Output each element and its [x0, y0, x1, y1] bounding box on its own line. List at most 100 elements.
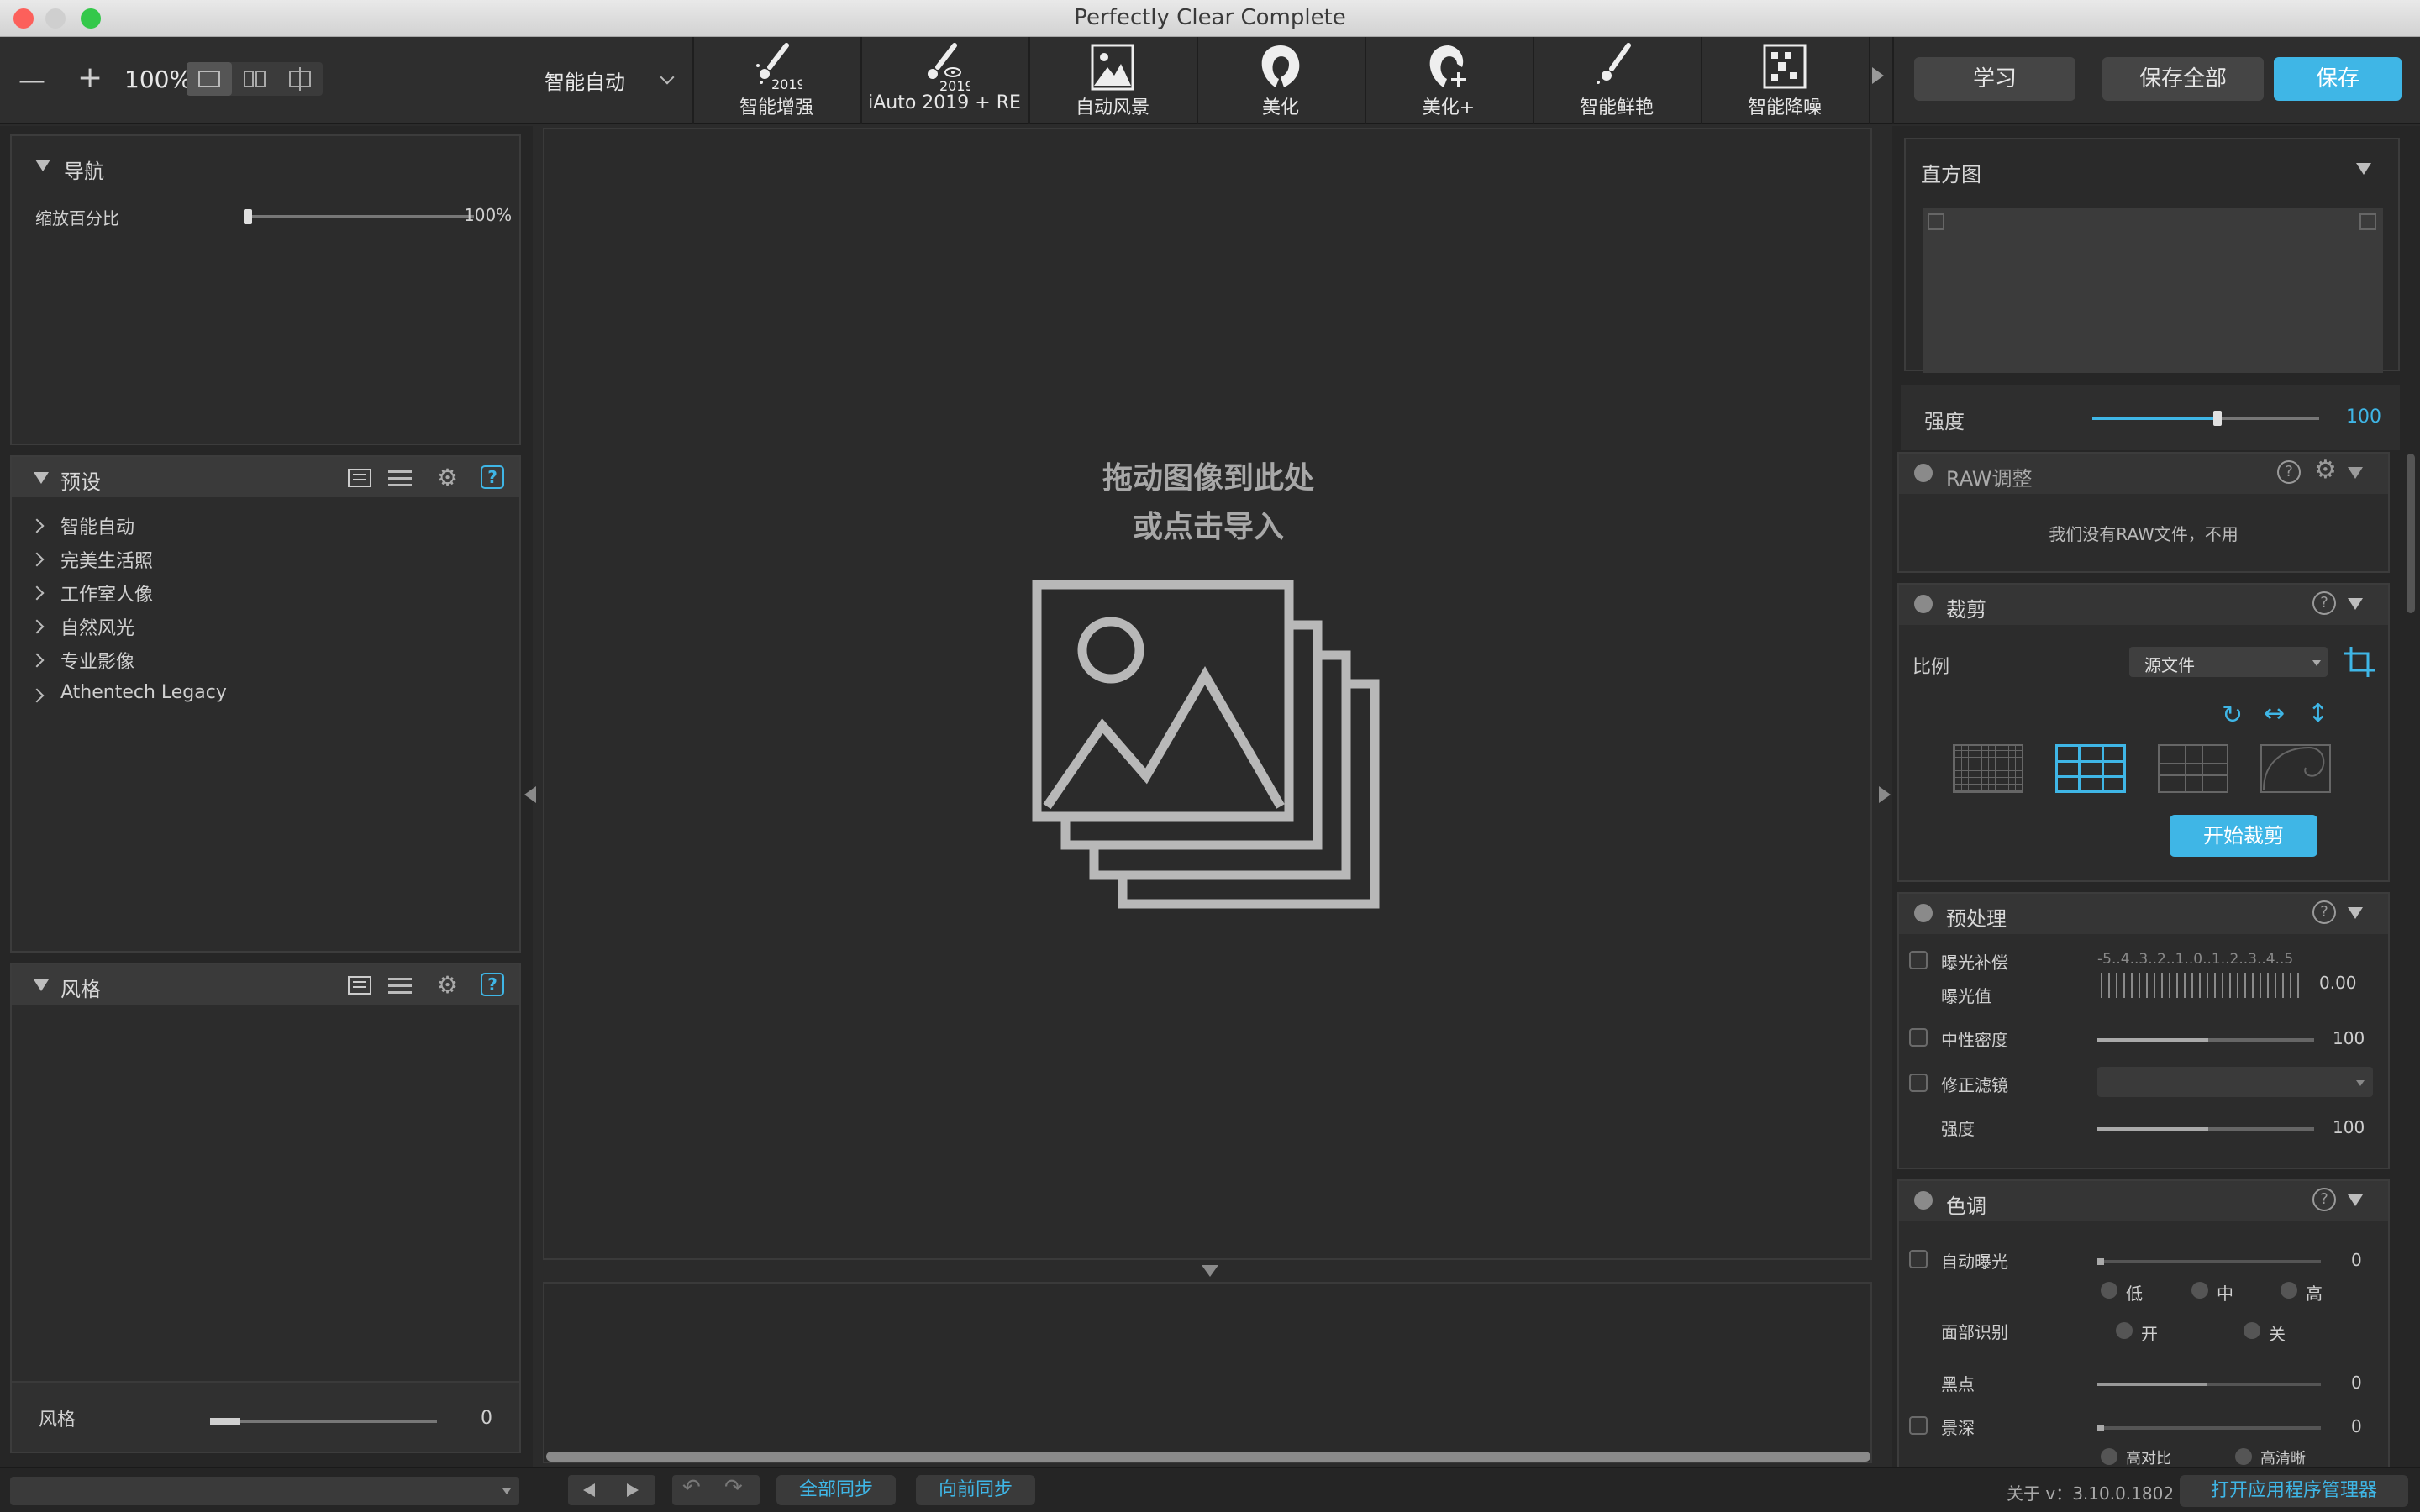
nd-checkbox[interactable]	[1909, 1028, 1928, 1047]
start-crop-button[interactable]: 开始裁剪	[2170, 815, 2317, 857]
redo-icon[interactable]: ↷	[724, 1475, 743, 1500]
preset-select[interactable]: 智能自动	[544, 66, 625, 95]
preset-item[interactable]: 工作室人像	[60, 580, 153, 606]
enable-toggle[interactable]	[1914, 904, 1933, 922]
filmstrip-toggle-icon[interactable]	[1202, 1265, 1218, 1277]
filter-strength-slider[interactable]	[2097, 1127, 2314, 1131]
help-icon[interactable]: ?	[2312, 900, 2336, 924]
zoom-out-button[interactable]: —	[18, 64, 45, 96]
right-scrollbar[interactable]	[2407, 454, 2415, 613]
chevron-right-icon[interactable]	[29, 518, 45, 533]
filmstrip-scrollbar[interactable]	[546, 1452, 1870, 1462]
zoom-slider-track[interactable]	[244, 215, 474, 218]
radio-high-clarity[interactable]	[2235, 1448, 2252, 1465]
collapse-triangle-icon[interactable]	[2348, 1194, 2363, 1206]
chevron-right-icon[interactable]	[29, 688, 45, 703]
single-view-button[interactable]	[187, 62, 232, 96]
help-icon[interactable]: ?	[481, 465, 504, 489]
black-point-slider[interactable]	[2097, 1383, 2321, 1386]
style-slider-track[interactable]	[210, 1420, 437, 1423]
chevron-right-icon[interactable]	[29, 552, 45, 567]
exposure-dial[interactable]	[2101, 973, 2299, 998]
collapse-triangle-icon[interactable]	[34, 472, 49, 484]
chevron-down-icon[interactable]	[660, 70, 675, 85]
depth-slider[interactable]	[2097, 1425, 2321, 1431]
enable-toggle[interactable]	[1914, 595, 1933, 613]
next-image-icon[interactable]	[627, 1483, 639, 1497]
filter-checkbox[interactable]	[1909, 1074, 1928, 1092]
chevron-right-icon[interactable]	[29, 585, 45, 601]
split-view-button[interactable]	[232, 62, 277, 96]
list-view-icon[interactable]	[388, 469, 412, 487]
radio-high[interactable]	[2281, 1282, 2297, 1299]
tool-auto-landscape[interactable]: 自动风景	[1030, 37, 1195, 124]
rotate-icon[interactable]: ↻	[2222, 701, 2243, 730]
collapse-triangle-icon[interactable]	[2356, 163, 2371, 175]
fine-grid-overlay-option[interactable]	[1953, 744, 2023, 793]
help-icon[interactable]: ?	[2312, 591, 2336, 615]
open-app-manager-button[interactable]: 打开应用程序管理器	[2180, 1475, 2408, 1507]
strength-slider-track[interactable]	[2092, 417, 2319, 420]
save-button[interactable]: 保存	[2274, 57, 2402, 101]
spiral-overlay-option[interactable]	[2260, 744, 2331, 793]
compare-view-button[interactable]	[277, 62, 323, 96]
sync-forward-button[interactable]: 向前同步	[916, 1475, 1035, 1505]
grid-view-icon[interactable]	[348, 469, 371, 487]
preset-item[interactable]: 智能自动	[60, 512, 134, 539]
grid-view-icon[interactable]	[348, 976, 371, 995]
shadow-clip-toggle[interactable]	[1928, 213, 1944, 230]
toolbar-scroll-right-icon[interactable]	[1872, 67, 1884, 84]
enable-toggle[interactable]	[1914, 1191, 1933, 1210]
golden-grid-overlay-option[interactable]	[2158, 744, 2228, 793]
undo-icon[interactable]: ↶	[682, 1475, 701, 1500]
radio-face-on[interactable]	[2116, 1322, 2133, 1339]
learn-button[interactable]: 学习	[1914, 57, 2075, 101]
enable-toggle[interactable]	[1914, 464, 1933, 482]
chevron-right-icon[interactable]	[29, 619, 45, 634]
chevron-right-icon[interactable]	[29, 653, 45, 668]
save-all-button[interactable]: 保存全部	[2102, 57, 2264, 101]
tool-beautify[interactable]: 美化	[1198, 37, 1363, 124]
help-icon[interactable]: ?	[481, 973, 504, 996]
help-icon[interactable]: ?	[2277, 460, 2301, 484]
collapse-triangle-icon[interactable]	[2348, 907, 2363, 919]
crop-icon[interactable]	[2343, 645, 2376, 679]
preset-item[interactable]: Athentech Legacy	[60, 682, 227, 703]
ratio-select[interactable]: 源文件	[2129, 647, 2328, 677]
tool-smart-denoise[interactable]: 智能降噪	[1702, 37, 1867, 124]
radio-low[interactable]	[2101, 1282, 2118, 1299]
radio-high-contrast[interactable]	[2101, 1448, 2118, 1465]
filter-select[interactable]	[2097, 1067, 2373, 1097]
gear-icon[interactable]: ⚙	[437, 464, 458, 491]
zoom-in-button[interactable]: +	[77, 60, 103, 95]
radio-face-off[interactable]	[2244, 1322, 2260, 1339]
style-slider-handle[interactable]	[210, 1418, 240, 1425]
tool-smart-enhance[interactable]: 2019 智能增强	[694, 37, 859, 124]
auto-exposure-checkbox[interactable]	[1909, 1250, 1928, 1268]
auto-exposure-slider[interactable]	[2097, 1258, 2321, 1265]
tool-smart-vivid[interactable]: 智能鲜艳	[1534, 37, 1699, 124]
list-view-icon[interactable]	[388, 976, 412, 995]
depth-checkbox[interactable]	[1909, 1416, 1928, 1435]
image-drop-area[interactable]: 拖动图像到此处 或点击导入	[543, 128, 1872, 1260]
thirds-grid-overlay-option[interactable]	[2055, 744, 2126, 793]
collapse-left-icon[interactable]	[524, 786, 536, 803]
preset-item[interactable]: 自然风光	[60, 613, 134, 640]
preset-item[interactable]: 完美生活照	[60, 546, 153, 573]
strength-slider-handle[interactable]	[2212, 411, 2222, 426]
gear-icon[interactable]: ⚙	[2314, 455, 2337, 485]
flip-horizontal-icon[interactable]: ↔	[2264, 699, 2285, 728]
about-version[interactable]: 关于 v：3.10.0.1802	[2007, 1480, 2174, 1504]
radio-mid[interactable]	[2191, 1282, 2208, 1299]
sync-all-button[interactable]: 全部同步	[776, 1475, 896, 1505]
collapse-right-icon[interactable]	[1879, 786, 1891, 803]
tool-beautify-plus[interactable]: 美化+	[1366, 37, 1531, 124]
collapse-triangle-icon[interactable]	[34, 979, 49, 991]
bottom-select[interactable]	[10, 1477, 519, 1505]
flip-vertical-icon[interactable]: ↕	[2307, 699, 2328, 728]
nd-slider[interactable]	[2097, 1038, 2314, 1042]
preset-item[interactable]: 专业影像	[60, 647, 134, 674]
help-icon[interactable]: ?	[2312, 1188, 2336, 1211]
gear-icon[interactable]: ⚙	[437, 971, 458, 999]
zoom-slider-handle[interactable]	[244, 209, 252, 224]
